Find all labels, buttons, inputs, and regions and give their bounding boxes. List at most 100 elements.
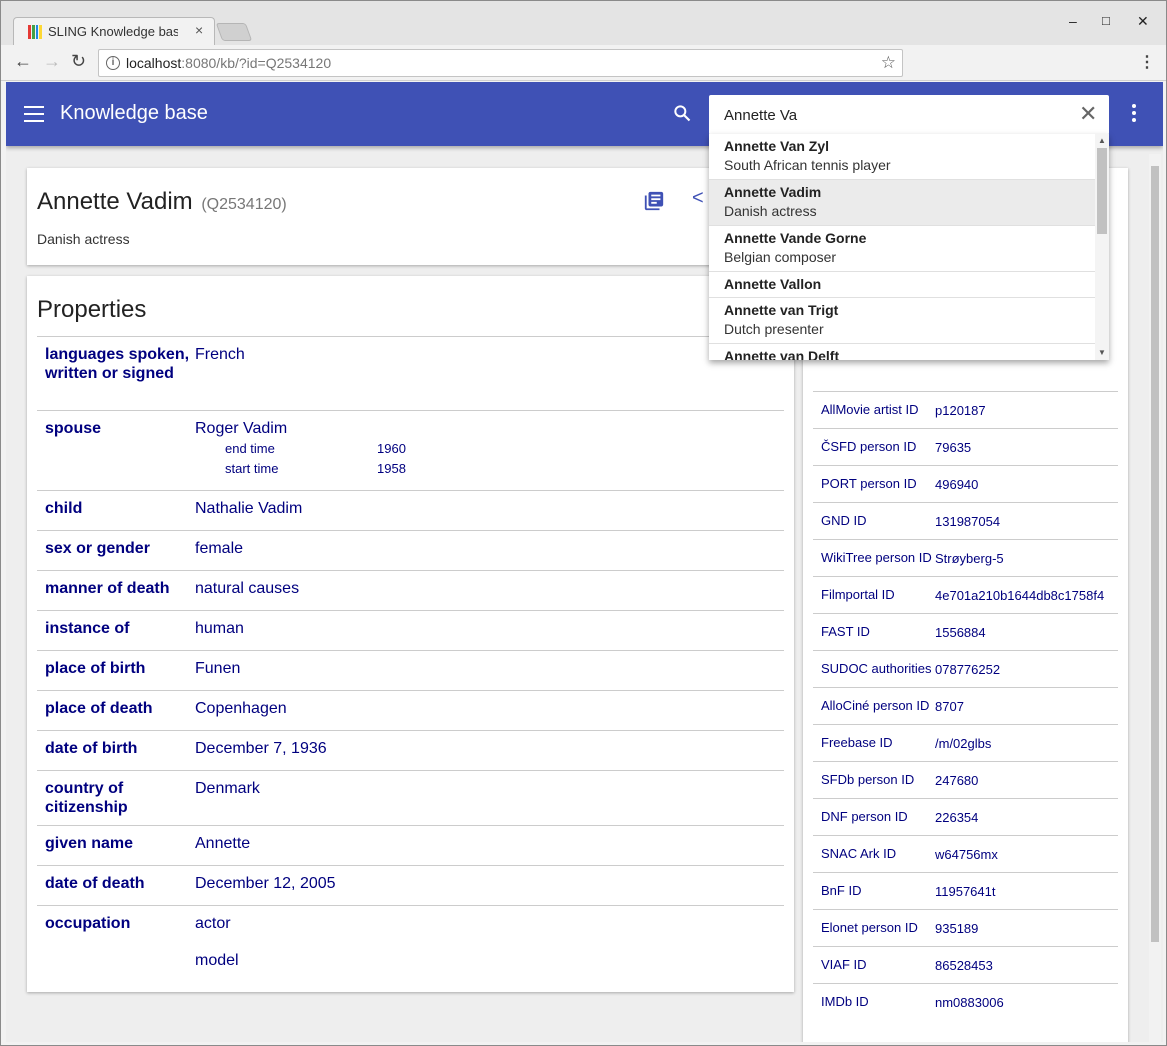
suggestion-item[interactable]: Annette Vallon bbox=[709, 272, 1109, 298]
browser-menu-icon[interactable]: ⋮ bbox=[1139, 52, 1155, 72]
tab-close-icon[interactable]: × bbox=[195, 22, 203, 38]
identifier-value[interactable]: 8707 bbox=[935, 699, 964, 714]
search-icon[interactable] bbox=[672, 103, 692, 123]
maximize-button[interactable]: □ bbox=[1102, 13, 1110, 28]
dropdown-scrollbar-thumb[interactable] bbox=[1097, 148, 1107, 234]
more-vert-icon[interactable] bbox=[1132, 104, 1138, 124]
qualifier-name[interactable]: end time bbox=[225, 439, 377, 459]
suggestion-description: Danish actress bbox=[724, 203, 817, 219]
property-value-link[interactable]: model bbox=[195, 951, 784, 971]
reload-icon[interactable]: ↻ bbox=[71, 51, 86, 72]
identifier-name[interactable]: AlloCiné person ID bbox=[813, 688, 935, 724]
suggestion-item[interactable]: Annette Vadim Danish actress bbox=[709, 180, 1109, 226]
forward-arrow-icon[interactable]: → bbox=[43, 51, 61, 72]
suggestion-item[interactable]: Annette Van Zyl South African tennis play… bbox=[709, 134, 1109, 180]
identifier-value[interactable]: /m/02glbs bbox=[935, 736, 991, 751]
identifier-value[interactable]: p120187 bbox=[935, 403, 986, 418]
identifier-name[interactable]: SFDb person ID bbox=[813, 762, 935, 798]
search-input[interactable] bbox=[724, 103, 1064, 127]
page-scrollbar[interactable] bbox=[1149, 154, 1161, 1042]
property-value-link[interactable]: Denmark bbox=[195, 779, 784, 799]
property-value-link[interactable]: December 12, 2005 bbox=[195, 874, 784, 894]
property-value-link[interactable]: Funen bbox=[195, 659, 784, 679]
identifier-row: Filmportal ID 4e701a210b1644db8c1758f4 bbox=[813, 576, 1118, 613]
identifier-value[interactable]: 935189 bbox=[935, 921, 978, 936]
search-suggestions-dropdown: Annette Van Zyl South African tennis play… bbox=[709, 134, 1109, 360]
app-title: Knowledge base bbox=[60, 102, 208, 124]
identifier-value[interactable]: 79635 bbox=[935, 440, 971, 455]
identifier-name[interactable]: VIAF ID bbox=[813, 947, 935, 983]
identifier-name[interactable]: BnF ID bbox=[813, 873, 935, 909]
back-arrow-icon[interactable]: ← bbox=[14, 51, 32, 72]
suggestion-item[interactable]: Annette van DelftDutch politician bbox=[709, 344, 1109, 360]
property-values: December 12, 2005 bbox=[195, 874, 784, 905]
identifier-name[interactable]: Elonet person ID bbox=[813, 910, 935, 946]
identifier-value[interactable]: 11957641t bbox=[935, 884, 996, 899]
identifier-name[interactable]: DNF person ID bbox=[813, 799, 935, 835]
suggestion-item[interactable]: Annette Vande Gorne Belgian composer bbox=[709, 226, 1109, 272]
new-tab-button[interactable] bbox=[215, 23, 253, 41]
properties-table: languages spoken, written or signed Frenc… bbox=[37, 336, 784, 991]
identifier-value[interactable]: 226354 bbox=[935, 810, 978, 825]
suggestion-description: South African tennis player bbox=[724, 157, 891, 173]
minimize-button[interactable]: – bbox=[1069, 13, 1077, 29]
identifier-name[interactable]: IMDb ID bbox=[813, 984, 935, 1020]
property-row: manner of death natural causes bbox=[37, 570, 784, 610]
property-value-link[interactable]: Nathalie Vadim bbox=[195, 499, 784, 519]
menu-icon-bar bbox=[24, 120, 44, 122]
qualifier-name[interactable]: start time bbox=[225, 459, 377, 479]
identifier-name[interactable]: SNAC Ark ID bbox=[813, 836, 935, 872]
property-value-link[interactable]: French bbox=[195, 345, 784, 365]
clear-search-icon[interactable]: ✕ bbox=[1079, 103, 1097, 125]
property-value-link[interactable]: Roger Vadim bbox=[195, 419, 784, 439]
menu-icon-bar bbox=[24, 106, 44, 108]
qualifier-value: 1960 bbox=[377, 441, 406, 456]
identifier-value[interactable]: 078776252 bbox=[935, 662, 1000, 677]
identifier-name[interactable]: WikiTree person ID bbox=[813, 540, 935, 576]
suggestion-item[interactable]: Annette van Trigt Dutch presenter bbox=[709, 298, 1109, 344]
identifier-name[interactable]: GND ID bbox=[813, 503, 935, 539]
identifier-value[interactable]: 1556884 bbox=[935, 625, 986, 640]
property-value-link[interactable]: Annette bbox=[195, 834, 784, 854]
identifier-value[interactable]: 496940 bbox=[935, 477, 978, 492]
close-window-button[interactable]: ✕ bbox=[1137, 13, 1149, 30]
bookmark-star-icon[interactable]: ☆ bbox=[881, 53, 896, 73]
property-value-link[interactable]: natural causes bbox=[195, 579, 784, 599]
menu-icon[interactable] bbox=[24, 106, 44, 122]
property-values: Copenhagen bbox=[195, 699, 784, 730]
identifier-name[interactable]: AllMovie artist ID bbox=[813, 392, 935, 428]
library-books-icon[interactable] bbox=[643, 190, 665, 212]
property-value-link[interactable]: December 7, 1936 bbox=[195, 739, 784, 759]
identifier-value[interactable]: 86528453 bbox=[935, 958, 993, 973]
property-value-link[interactable]: female bbox=[195, 539, 784, 559]
suggestion-name: Annette van Trigt bbox=[724, 302, 839, 318]
identifier-row: ČSFD person ID 79635 bbox=[813, 428, 1118, 465]
identifier-value[interactable]: Strøyberg-5 bbox=[935, 551, 1004, 566]
identifier-name[interactable]: FAST ID bbox=[813, 614, 935, 650]
scroll-down-arrow-icon[interactable]: ▼ bbox=[1098, 348, 1106, 357]
property-values: female bbox=[195, 539, 784, 570]
browser-tab[interactable]: SLING Knowledge base × bbox=[13, 17, 215, 46]
dropdown-scrollbar[interactable]: ▲ ▼ bbox=[1095, 134, 1109, 360]
properties-title: Properties bbox=[37, 296, 147, 323]
identifier-name[interactable]: Freebase ID bbox=[813, 725, 935, 761]
identifier-value[interactable]: 4e701a210b1644db8c1758f4 bbox=[935, 588, 1104, 603]
info-icon[interactable]: i bbox=[106, 56, 120, 70]
identifier-value[interactable]: w64756mx bbox=[935, 847, 998, 862]
identifier-value[interactable]: nm0883006 bbox=[935, 995, 1004, 1010]
property-value-link[interactable]: Copenhagen bbox=[195, 699, 784, 719]
navigate-back-icon[interactable]: < bbox=[692, 187, 704, 210]
property-values: Denmark bbox=[195, 779, 784, 825]
page-scrollbar-thumb[interactable] bbox=[1151, 166, 1159, 942]
identifier-name[interactable]: ČSFD person ID bbox=[813, 429, 935, 465]
property-value-link[interactable]: human bbox=[195, 619, 784, 639]
identifier-value[interactable]: 247680 bbox=[935, 773, 978, 788]
property-name: date of birth bbox=[45, 740, 138, 757]
identifier-name[interactable]: PORT person ID bbox=[813, 466, 935, 502]
scroll-up-arrow-icon[interactable]: ▲ bbox=[1098, 136, 1106, 145]
address-bar[interactable]: i localhost:8080/kb/?id=Q2534120 ☆ bbox=[98, 49, 903, 77]
identifier-name[interactable]: SUDOC authorities bbox=[813, 651, 935, 687]
identifier-value[interactable]: 131987054 bbox=[935, 514, 1000, 529]
property-value-link[interactable]: actor bbox=[195, 914, 784, 934]
identifier-name[interactable]: Filmportal ID bbox=[813, 577, 935, 613]
